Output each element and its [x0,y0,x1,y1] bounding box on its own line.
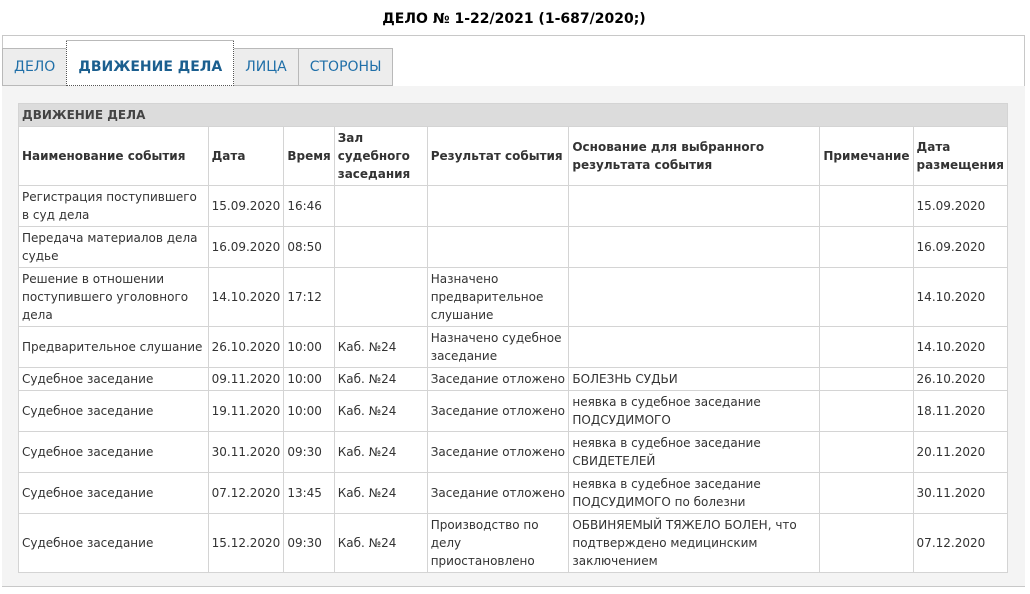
cell-note [819,390,914,432]
cell-hall [333,267,428,327]
cell-note [819,267,914,327]
cell-event-name: Судебное заседание [18,390,209,432]
cell-result: Заседание отложено [426,431,570,473]
column-header-publish-date: Дата размещения [912,126,1009,186]
table-row: Решение в отношении поступившего уголовн… [18,267,1009,327]
cell-result: Заседание отложено [426,390,570,432]
cell-time: 17:12 [283,267,335,327]
table-row: Передача материалов дела судье 16.09.202… [18,226,1009,268]
cell-time: 10:00 [283,390,335,432]
cell-time: 16:46 [283,185,335,227]
table-row: Судебное заседание 15.12.2020 09:30 Каб.… [18,513,1009,573]
cell-publish-date: 14.10.2020 [912,267,1009,327]
tab-persons[interactable]: ЛИЦА [233,48,299,86]
cell-date: 09.11.2020 [207,367,285,391]
cell-hall: Каб. №24 [333,513,428,573]
table-header-row: Наименование события Дата Время Зал суде… [18,126,1009,186]
table-row: Предварительное слушание 26.10.2020 10:0… [18,326,1009,368]
column-header-note: Примечание [819,126,914,186]
cell-hall: Каб. №24 [333,472,428,514]
cell-result: Заседание отложено [426,472,570,514]
tab-bar: ДЕЛО ДВИЖЕНИЕ ДЕЛА ЛИЦА СТОРОНЫ [2,40,394,86]
cell-publish-date: 30.11.2020 [912,472,1009,514]
cell-hall: Каб. №24 [333,431,428,473]
table-row: Судебное заседание 30.11.2020 09:30 Каб.… [18,431,1009,473]
cell-event-name: Судебное заседание [18,472,209,514]
cell-date: 15.12.2020 [207,513,285,573]
cell-hall: Каб. №24 [333,367,428,391]
cell-note [819,513,914,573]
table-row: Судебное заседание 19.11.2020 10:00 Каб.… [18,390,1009,432]
cell-event-name: Передача материалов дела судье [18,226,209,268]
cell-date: 19.11.2020 [207,390,285,432]
cell-time: 09:30 [283,513,335,573]
column-header-event-name: Наименование события [18,126,209,186]
cell-publish-date: 15.09.2020 [912,185,1009,227]
table-row: Судебное заседание 09.11.2020 10:00 Каб.… [18,367,1009,391]
cell-basis: неявка в судебное заседание СВИДЕТЕЛЕЙ [568,431,821,473]
cell-publish-date: 20.11.2020 [912,431,1009,473]
column-header-result: Результат события [426,126,570,186]
cell-basis: ОБВИНЯЕМЫЙ ТЯЖЕЛО БОЛЕН, что подтвержден… [568,513,821,573]
cell-result [426,226,570,268]
column-header-date: Дата [207,126,285,186]
cell-event-name: Судебное заседание [18,367,209,391]
cell-note [819,326,914,368]
cell-time: 09:30 [283,431,335,473]
column-header-time: Время [283,126,335,186]
cell-event-name: Судебное заседание [18,431,209,473]
cell-note [819,472,914,514]
cell-date: 26.10.2020 [207,326,285,368]
cell-publish-date: 26.10.2020 [912,367,1009,391]
cell-publish-date: 18.11.2020 [912,390,1009,432]
cell-publish-date: 07.12.2020 [912,513,1009,573]
cell-time: 08:50 [283,226,335,268]
cell-basis [568,185,821,227]
cell-basis [568,326,821,368]
cell-result: Заседание отложено [426,367,570,391]
cell-hall [333,226,428,268]
tab-case[interactable]: ДЕЛО [2,48,68,86]
cell-hall: Каб. №24 [333,326,428,368]
case-title: ДЕЛО № 1-22/2021 (1-687/2020;) [382,11,646,27]
cell-time: 13:45 [283,472,335,514]
cell-publish-date: 16.09.2020 [912,226,1009,268]
cell-note [819,185,914,227]
case-events-table: ДВИЖЕНИЕ ДЕЛА Наименование события Дата … [18,103,1009,573]
cell-date: 16.09.2020 [207,226,285,268]
table-row: Судебное заседание 07.12.2020 13:45 Каб.… [18,472,1009,514]
cell-basis [568,226,821,268]
column-header-hall: Зал судебного заседания [333,126,428,186]
cell-result: Производство по делу приостановлено [426,513,570,573]
cell-date: 15.09.2020 [207,185,285,227]
cell-result [426,185,570,227]
cell-publish-date: 14.10.2020 [912,326,1009,368]
cell-basis: БОЛЕЗНЬ СУДЬИ [568,367,821,391]
cell-basis [568,267,821,327]
cell-time: 10:00 [283,367,335,391]
cell-event-name: Судебное заседание [18,513,209,573]
cell-event-name: Регистрация поступившего в суд дела [18,185,209,227]
cell-date: 30.11.2020 [207,431,285,473]
table-row: Регистрация поступившего в суд дела 15.0… [18,185,1009,227]
cell-basis: неявка в судебное заседание ПОДСУДИМОГО [568,390,821,432]
cell-hall: Каб. №24 [333,390,428,432]
column-header-basis: Основание для выбранного результата собы… [568,126,821,186]
cell-note [819,367,914,391]
cell-event-name: Предварительное слушание [18,326,209,368]
cell-time: 10:00 [283,326,335,368]
cell-date: 14.10.2020 [207,267,285,327]
section-title: ДВИЖЕНИЕ ДЕЛА [18,103,1008,127]
cell-result: Назначено предварительное слушание [426,267,570,327]
tab-parties[interactable]: СТОРОНЫ [297,48,394,86]
cell-note [819,226,914,268]
cell-basis: неявка в судебное заседание ПОДСУДИМОГО … [568,472,821,514]
tab-case-movement[interactable]: ДВИЖЕНИЕ ДЕЛА [66,40,235,86]
cell-result: Назначено судебное заседание [426,326,570,368]
cell-date: 07.12.2020 [207,472,285,514]
cell-note [819,431,914,473]
section-header-row: ДВИЖЕНИЕ ДЕЛА [18,103,1008,127]
cell-event-name: Решение в отношении поступившего уголовн… [18,267,209,327]
cell-hall [333,185,428,227]
